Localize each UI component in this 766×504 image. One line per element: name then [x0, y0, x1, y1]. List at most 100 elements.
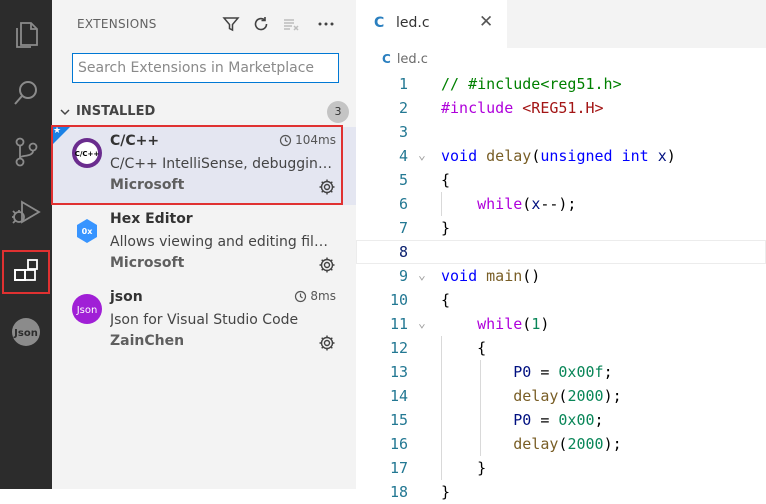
more-icon[interactable]	[313, 11, 339, 37]
code-token: 1	[531, 315, 540, 333]
code-line[interactable]: 12 {	[356, 336, 766, 360]
installed-section-header[interactable]: INSTALLED 3	[52, 100, 356, 124]
code-text: }	[441, 216, 450, 240]
code-line[interactable]: 13 P0 = 0x00f;	[356, 360, 766, 384]
tab-led-c[interactable]: C led.c ✕	[356, 0, 507, 48]
code-token: 2000	[567, 387, 603, 405]
code-line[interactable]: 16 delay(2000);	[356, 432, 766, 456]
manage-gear-icon[interactable]	[318, 256, 336, 274]
extension-name: json	[110, 289, 143, 305]
code-token: );	[604, 387, 622, 405]
code-token: 2000	[567, 435, 603, 453]
installed-section-title: INSTALLED	[76, 104, 155, 119]
code-token: 0x00f	[558, 363, 603, 381]
code-token	[441, 315, 477, 333]
json-extension-icon[interactable]: Json	[0, 308, 52, 356]
code-token: --);	[540, 195, 576, 213]
line-number: 12	[356, 336, 408, 360]
manage-gear-icon[interactable]	[318, 334, 336, 352]
line-number: 5	[356, 168, 408, 192]
refresh-icon[interactable]	[248, 11, 274, 37]
extension-item-hex-editor[interactable]: 0x Hex Editor Allows viewing and editing…	[52, 205, 356, 283]
line-number: 17	[356, 456, 408, 480]
code-line[interactable]: 2 #include <REG51.H>	[356, 96, 766, 120]
code-line[interactable]: 1 // #include<reg51.h>	[356, 72, 766, 96]
code-line[interactable]: 9 ⌄ void main()	[356, 264, 766, 288]
extension-name: C/C++	[110, 133, 159, 149]
breadcrumb[interactable]: Cled.c	[382, 52, 428, 67]
code-token: (	[522, 315, 531, 333]
history-icon	[279, 134, 292, 147]
code-line[interactable]: 17 }	[356, 456, 766, 480]
code-text: void main()	[441, 264, 540, 288]
manage-gear-icon[interactable]	[318, 178, 336, 196]
explorer-icon[interactable]	[0, 10, 52, 58]
extension-search-input[interactable]	[72, 53, 339, 83]
code-token: ()	[522, 267, 540, 285]
extension-description: Json for Visual Studio Code	[110, 312, 336, 328]
code-token: int	[622, 147, 649, 165]
code-line[interactable]: 14 delay(2000);	[356, 384, 766, 408]
code-line[interactable]: 15 P0 = 0x00;	[356, 408, 766, 432]
code-token: }	[441, 483, 450, 501]
line-number: 2	[356, 96, 408, 120]
extensions-sidebar: EXTENSIONS INSTALLED 3 ★ C/C++ C/C++	[52, 0, 356, 489]
code-token: x	[531, 195, 540, 213]
clear-icon[interactable]	[278, 11, 304, 37]
code-line[interactable]: 3	[356, 120, 766, 144]
code-token: // #include<reg51.h>	[441, 75, 622, 93]
source-control-icon[interactable]	[0, 128, 52, 176]
code-token: P0	[513, 363, 531, 381]
activity-bar: Json	[0, 0, 52, 489]
extensions-icon[interactable]	[0, 248, 52, 296]
line-number: 9	[356, 264, 408, 288]
code-line[interactable]: 8	[356, 240, 766, 264]
code-token: P0	[513, 411, 531, 429]
code-token: void	[441, 147, 477, 165]
code-token: 0x00	[558, 411, 594, 429]
code-token: }	[441, 459, 486, 477]
editor-area: C led.c ✕ Cled.c 1 // #include<reg51.h> 2 #…	[356, 0, 766, 489]
search-icon[interactable]	[0, 69, 52, 117]
line-number: 1	[356, 72, 408, 96]
fold-chevron-icon[interactable]: ⌄	[418, 264, 426, 288]
tab-label: led.c	[396, 15, 430, 31]
code-text: #include <REG51.H>	[441, 96, 604, 120]
fold-chevron-icon[interactable]: ⌄	[418, 144, 426, 168]
code-token: }	[441, 219, 450, 237]
code-token: main	[486, 267, 522, 285]
code-line[interactable]: 18}	[356, 480, 766, 504]
close-icon[interactable]: ✕	[479, 12, 493, 32]
star-icon: ★	[53, 126, 61, 136]
code-text: {	[441, 288, 450, 312]
extension-item-cpp[interactable]: ★ C/C++ C/C++ 104ms C/C++ IntelliSense, …	[52, 127, 356, 205]
line-number: 7	[356, 216, 408, 240]
sidebar-header: EXTENSIONS	[52, 0, 356, 48]
line-number: 11	[356, 312, 408, 336]
code-token	[441, 363, 513, 381]
code-text: }	[441, 480, 450, 504]
fold-chevron-icon[interactable]: ⌄	[418, 312, 426, 336]
run-debug-icon[interactable]	[0, 188, 52, 236]
code-token: )	[540, 315, 549, 333]
c-file-icon: C	[374, 15, 384, 31]
code-line[interactable]: 11⌄ while(1)	[356, 312, 766, 336]
code-line[interactable]: 10{	[356, 288, 766, 312]
code-line[interactable]: 7}	[356, 216, 766, 240]
json-extension-icon: Json	[71, 293, 103, 325]
filter-icon[interactable]	[218, 11, 244, 37]
code-line[interactable]: 6 while(x--);	[356, 192, 766, 216]
code-line[interactable]: 4⌄void delay(unsigned int x)	[356, 144, 766, 168]
extension-publisher: Microsoft	[110, 177, 184, 193]
extension-item-json[interactable]: Json json 8ms Json for Visual Studio Cod…	[52, 283, 356, 361]
code-text: {	[441, 336, 486, 360]
code-text: P0 = 0x00f;	[441, 360, 613, 384]
sidebar-title: EXTENSIONS	[77, 17, 157, 31]
history-icon	[294, 290, 307, 303]
code-line[interactable]: 5{	[356, 168, 766, 192]
code-token: {	[441, 171, 450, 189]
code-token: ;	[595, 411, 604, 429]
code-text: delay(2000);	[441, 432, 622, 456]
code-text: {	[441, 168, 450, 192]
code-text: void delay(unsigned int x)	[441, 144, 676, 168]
